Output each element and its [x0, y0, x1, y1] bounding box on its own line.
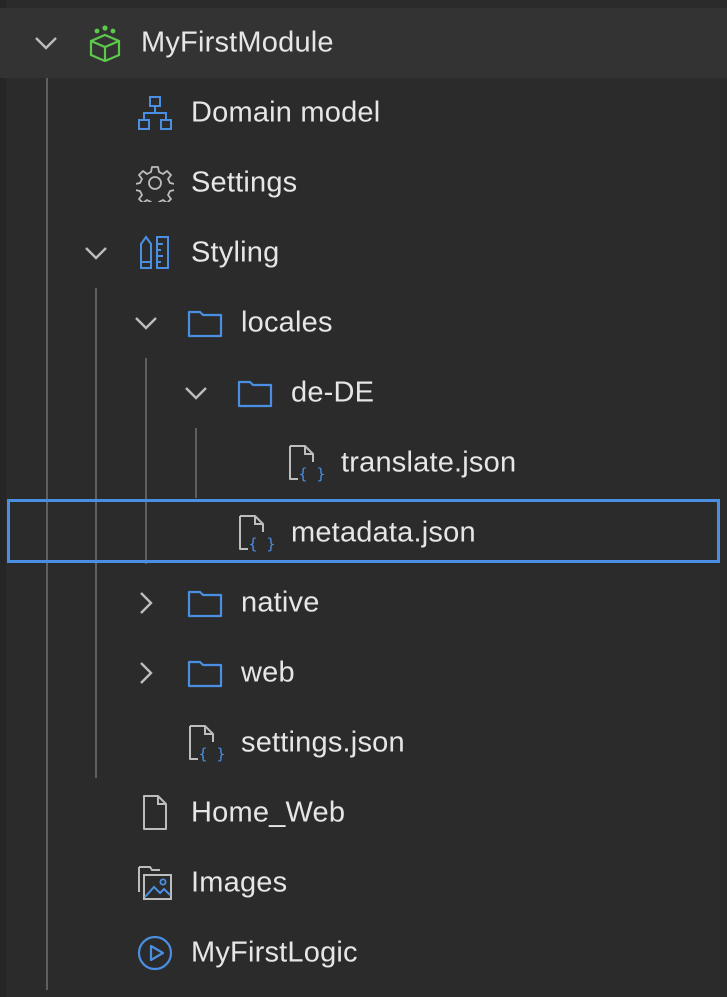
- microflow-play-icon: [136, 934, 174, 972]
- tree-item-label: Styling: [191, 236, 280, 269]
- tree-item-myfirstlogic[interactable]: MyFirstLogic: [0, 918, 727, 988]
- tree-item-label: Home_Web: [191, 796, 346, 829]
- domain-model-icon: [136, 94, 174, 132]
- tree-item-label: translate.json: [341, 446, 517, 479]
- json-file-icon: { }: [286, 444, 324, 482]
- gear-icon: [136, 164, 174, 202]
- chevron-down-icon[interactable]: [32, 29, 60, 57]
- chevron-down-icon[interactable]: [182, 379, 210, 407]
- json-file-icon: { }: [186, 724, 224, 762]
- tree-item-label: MyFirstModule: [141, 26, 334, 59]
- tree-item-label: settings.json: [241, 726, 405, 759]
- tree-item-styling[interactable]: Styling: [0, 218, 727, 288]
- svg-text:{ }: { }: [298, 465, 324, 482]
- project-explorer-tree: MyFirstModule Domain model Settings Styl…: [0, 0, 727, 997]
- tree-item-translate-json[interactable]: { } translate.json: [0, 428, 727, 498]
- tree-item-locales[interactable]: locales: [0, 288, 727, 358]
- selection-outline: [7, 499, 720, 563]
- tree-item-label: web: [241, 656, 295, 689]
- tree-item-label: locales: [241, 306, 333, 339]
- folder-icon: [236, 374, 274, 412]
- tree-item-domain-model[interactable]: Domain model: [0, 78, 727, 148]
- chevron-right-icon[interactable]: [132, 589, 160, 617]
- tree-item-web[interactable]: web: [0, 638, 727, 708]
- chevron-down-icon[interactable]: [82, 239, 110, 267]
- svg-text:{ }: { }: [198, 745, 224, 762]
- tree-item-settings[interactable]: Settings: [0, 148, 727, 218]
- tree-item-label: native: [241, 586, 320, 619]
- tree-item-label: Settings: [191, 166, 298, 199]
- folder-icon: [186, 654, 224, 692]
- tree-item-label: Domain model: [191, 96, 381, 129]
- folder-icon: [186, 584, 224, 622]
- tree-item-images[interactable]: Images: [0, 848, 727, 918]
- tree-item-home-web[interactable]: Home_Web: [0, 778, 727, 848]
- module-cube-icon: [86, 24, 124, 62]
- tree-item-de-de[interactable]: de-DE: [0, 358, 727, 428]
- folder-icon: [186, 304, 224, 342]
- chevron-right-icon[interactable]: [132, 659, 160, 687]
- tree-item-myfirstmodule[interactable]: MyFirstModule: [0, 8, 727, 78]
- tree-item-settings-json[interactable]: { } settings.json: [0, 708, 727, 778]
- styling-ruler-icon: [136, 234, 174, 272]
- tree-item-native[interactable]: native: [0, 568, 727, 638]
- tree-item-label: MyFirstLogic: [191, 936, 358, 969]
- images-icon: [136, 864, 174, 902]
- page-file-icon: [136, 794, 174, 832]
- chevron-down-icon[interactable]: [132, 309, 160, 337]
- tree-item-label: de-DE: [291, 376, 375, 409]
- tree-item-label: Images: [191, 866, 288, 899]
